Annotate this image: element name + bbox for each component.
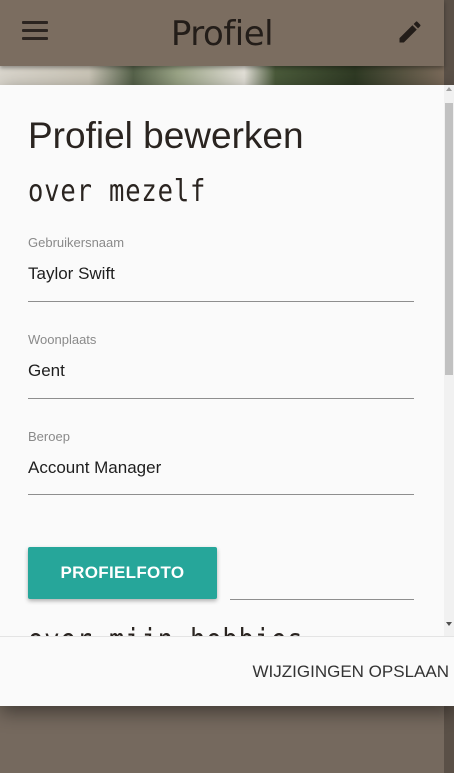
scroll-down-arrow-icon[interactable] bbox=[446, 622, 452, 626]
save-changes-button[interactable]: WIJZIGINGEN OPSLAAN bbox=[245, 653, 449, 691]
dialog-content: Profiel bewerken over mezelf Gebruikersn… bbox=[0, 85, 444, 636]
city-label: Woonplaats bbox=[28, 332, 97, 347]
job-underline bbox=[28, 494, 414, 495]
city-input[interactable]: Gent bbox=[28, 361, 414, 381]
pencil-icon[interactable] bbox=[396, 18, 424, 46]
file-path-input[interactable] bbox=[230, 599, 414, 600]
scroll-up-arrow-icon[interactable] bbox=[446, 87, 452, 91]
section-heading-about: over mezelf bbox=[28, 174, 207, 209]
username-input[interactable]: Taylor Swift bbox=[28, 264, 414, 284]
app-title: Profiel bbox=[170, 14, 274, 54]
edit-profile-dialog: Profiel bewerken over mezelf Gebruikersn… bbox=[0, 85, 454, 706]
city-underline bbox=[28, 398, 414, 399]
job-label: Beroep bbox=[28, 429, 70, 444]
app-bar: Profiel bbox=[0, 0, 444, 66]
dialog-title: Profiel bewerken bbox=[28, 115, 304, 156]
page-background bbox=[0, 706, 444, 773]
job-field[interactable]: Beroep Account Manager bbox=[28, 429, 414, 495]
username-underline bbox=[28, 301, 414, 302]
dialog-scrollbar[interactable] bbox=[444, 85, 454, 636]
scrollbar-thumb[interactable] bbox=[445, 103, 453, 375]
username-field[interactable]: Gebruikersnaam Taylor Swift bbox=[28, 235, 414, 302]
username-label: Gebruikersnaam bbox=[28, 235, 125, 250]
job-input[interactable]: Account Manager bbox=[28, 458, 414, 478]
profile-photo-button[interactable]: PROFIELFOTO bbox=[28, 547, 217, 599]
section-heading-hobbies: over mijn hobbies bbox=[28, 623, 303, 636]
city-field[interactable]: Woonplaats Gent bbox=[28, 332, 414, 399]
dialog-footer: WIJZIGINGEN OPSLAAN bbox=[0, 636, 454, 706]
